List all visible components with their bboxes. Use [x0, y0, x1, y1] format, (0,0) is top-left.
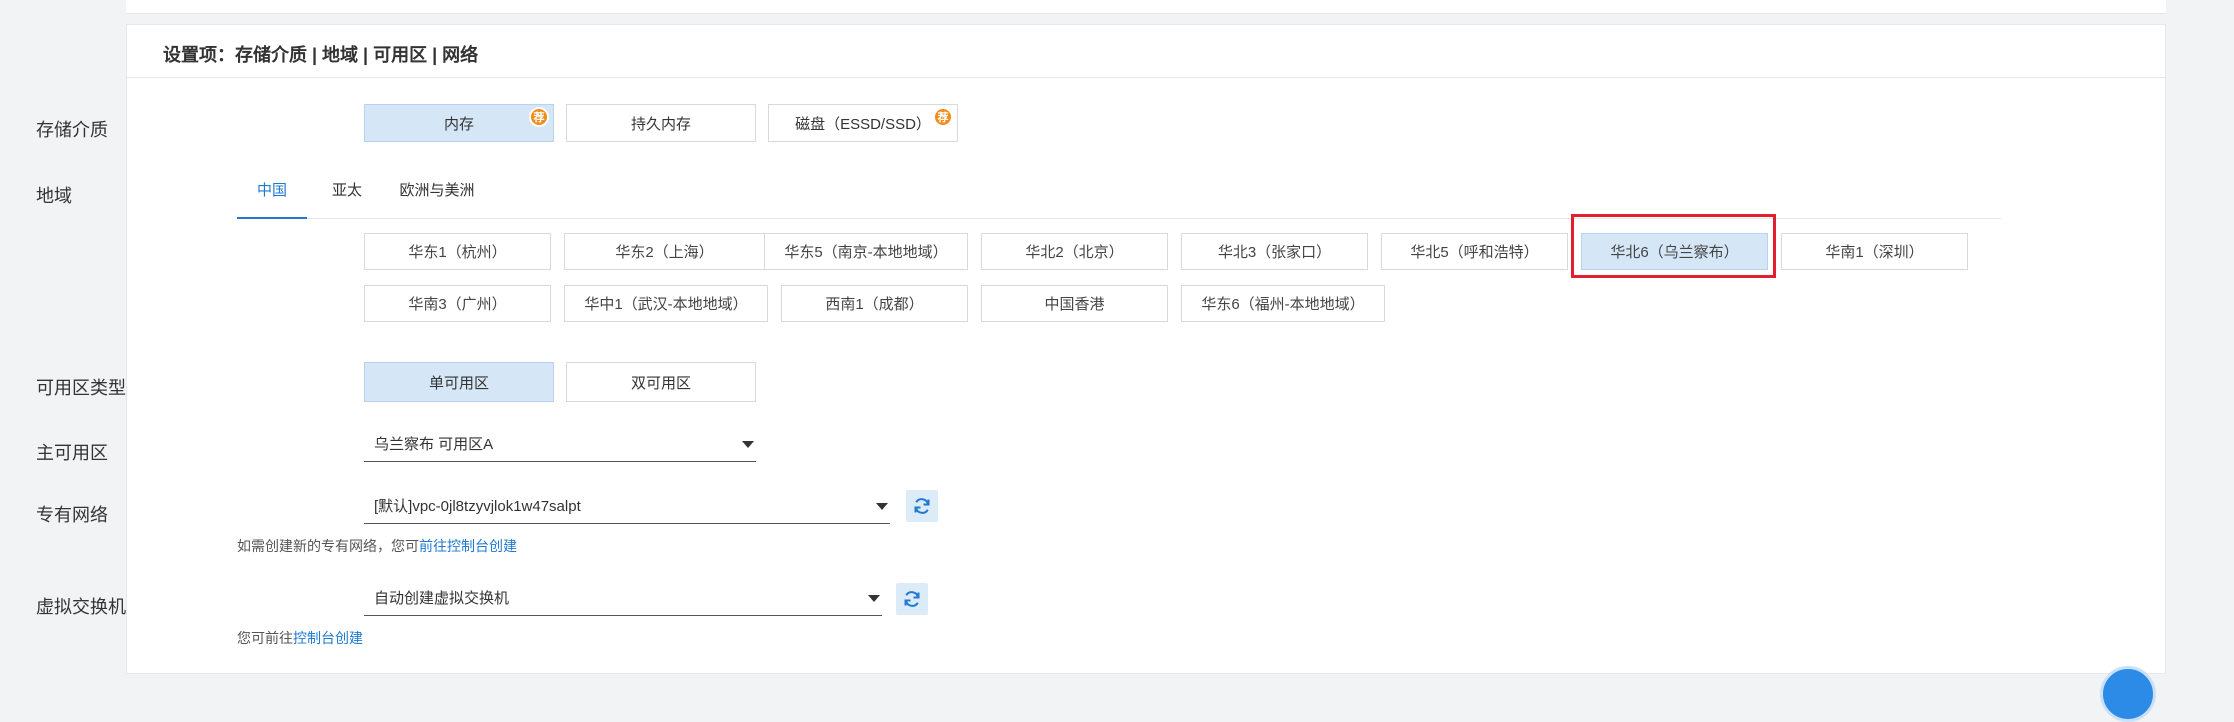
storage-option-label: 磁盘（ESSD/SSD）: [795, 115, 931, 133]
refresh-icon: [904, 591, 920, 607]
chevron-down-icon: [742, 441, 754, 448]
tab-europe-americas[interactable]: 欧洲与美洲: [387, 162, 487, 217]
section-title: 设置项：存储介质 | 地域 | 可用区 | 网络: [163, 45, 479, 65]
vswitch-hint: 您可前往控制台创建: [237, 628, 363, 648]
region-option-selected[interactable]: 华北6（乌兰察布）: [1581, 233, 1768, 270]
zone-type-dual[interactable]: 双可用区: [566, 362, 756, 402]
region-label: 地域: [36, 186, 72, 206]
storage-label: 存储介质: [36, 120, 108, 140]
region-option[interactable]: 华北3（张家口）: [1181, 233, 1368, 270]
region-option[interactable]: 华东1（杭州）: [364, 233, 551, 270]
tab-asia-pacific[interactable]: 亚太: [317, 162, 377, 217]
recommend-badge: 荐: [529, 107, 549, 127]
recommend-badge: 荐: [933, 107, 953, 127]
vswitch-refresh-button[interactable]: [896, 583, 928, 615]
vpc-value: [默认]vpc-0jl8tzyvjlok1w47salpt: [374, 498, 581, 515]
tab-china[interactable]: 中国: [237, 162, 307, 219]
vpc-hint-text: 如需创建新的专有网络，您可: [237, 538, 419, 554]
vpc-console-link[interactable]: 前往控制台创建: [419, 538, 517, 554]
vpc-select[interactable]: [默认]vpc-0jl8tzyvjlok1w47salpt: [364, 488, 890, 524]
region-option[interactable]: 华中1（武汉-本地地域）: [564, 285, 768, 322]
vswitch-console-link[interactable]: 控制台创建: [293, 630, 363, 646]
card-header: 设置项：存储介质 | 地域 | 可用区 | 网络: [127, 25, 2165, 78]
chevron-down-icon: [876, 503, 888, 510]
vpc-refresh-button[interactable]: [906, 490, 938, 522]
vpc-hint: 如需创建新的专有网络，您可前往控制台创建: [237, 536, 517, 556]
region-option[interactable]: 华东2（上海）: [564, 233, 765, 270]
region-option[interactable]: 华南3（广州）: [364, 285, 551, 322]
vswitch-hint-text: 您可前往: [237, 630, 293, 646]
region-option[interactable]: 中国香港: [981, 285, 1168, 322]
zone-type-label: 可用区类型: [36, 378, 126, 398]
primary-zone-value: 乌兰察布 可用区A: [374, 436, 494, 453]
primary-zone-select[interactable]: 乌兰察布 可用区A: [364, 426, 756, 462]
zone-type-option-label: 单可用区: [428, 374, 489, 392]
region-option[interactable]: 华北2（北京）: [981, 233, 1168, 270]
vswitch-value: 自动创建虚拟交换机: [374, 590, 510, 607]
storage-option-disk[interactable]: 磁盘（ESSD/SSD）: [768, 104, 958, 142]
region-option[interactable]: 华东5（南京-本地地域）: [764, 233, 968, 270]
vswitch-select[interactable]: 自动创建虚拟交换机: [364, 580, 882, 616]
storage-option-persistent-memory[interactable]: 持久内存: [566, 104, 756, 142]
zone-type-option-label: 双可用区: [630, 374, 691, 392]
region-option[interactable]: 华东6（福州-本地地域）: [1181, 285, 1385, 322]
primary-zone-label: 主可用区: [36, 443, 108, 463]
region-option[interactable]: 西南1（成都）: [781, 285, 968, 322]
region-option[interactable]: 华北5（呼和浩特）: [1381, 233, 1568, 270]
previous-card: [126, 0, 2166, 14]
vswitch-label: 虚拟交换机: [36, 597, 126, 617]
storage-option-label: 持久内存: [630, 115, 691, 133]
storage-option-memory[interactable]: 内存: [364, 104, 554, 142]
refresh-icon: [914, 498, 930, 514]
vpc-label: 专有网络: [36, 505, 108, 525]
zone-type-single[interactable]: 单可用区: [364, 362, 554, 402]
storage-option-label: 内存: [443, 115, 474, 133]
region-option[interactable]: 华南1（深圳）: [1781, 233, 1968, 270]
chevron-down-icon: [868, 595, 880, 602]
floating-help-button[interactable]: [2100, 666, 2156, 722]
region-tabs: 中国 亚太 欧洲与美洲: [237, 162, 2001, 219]
